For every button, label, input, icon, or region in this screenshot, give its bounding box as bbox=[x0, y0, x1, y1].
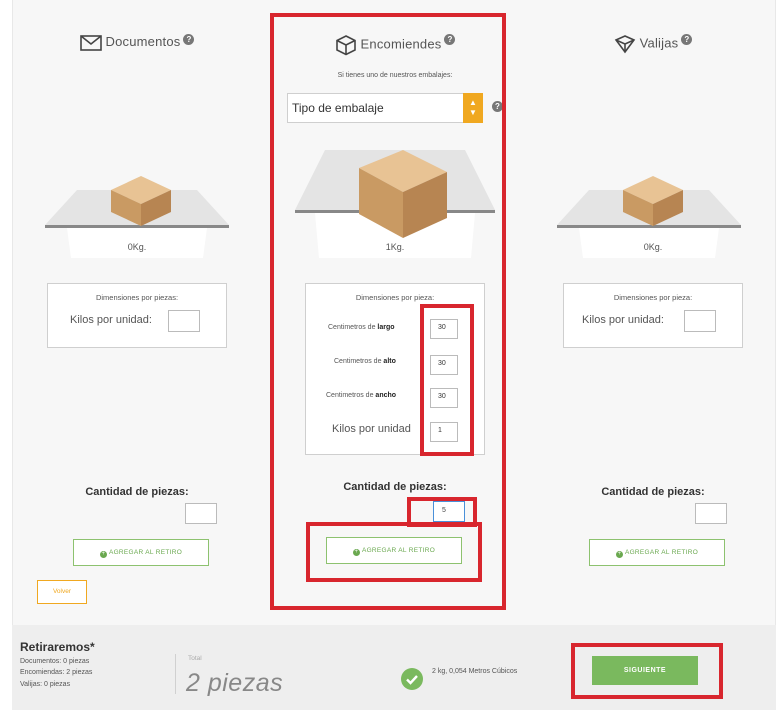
largo-label: Centimetros de largo bbox=[328, 324, 395, 331]
check-icon bbox=[401, 668, 423, 690]
valijas-title: Valijas? bbox=[533, 34, 773, 54]
encomiendas-scale: 1Kg. bbox=[275, 150, 515, 270]
documentos-qty-input[interactable] bbox=[185, 503, 217, 524]
alto-label: Centimetros de alto bbox=[334, 358, 396, 365]
largo-row: Centimetros de largo 30 bbox=[306, 312, 484, 346]
suitcase-icon bbox=[614, 35, 635, 54]
ancho-label: Centimetros de ancho bbox=[326, 392, 397, 399]
footer-total-value: 2 piezas bbox=[186, 669, 284, 697]
volver-button[interactable]: Volver bbox=[37, 580, 87, 604]
encomiendas-add-label: AGREGAR AL RETIRO bbox=[361, 547, 436, 554]
kilos-row: Kilos por unidad 1 bbox=[306, 414, 484, 448]
help-icon[interactable]: ? bbox=[681, 34, 693, 45]
footer-summary: 2 kg, 0,054 Metros Cúbicos bbox=[432, 668, 518, 675]
valijas-kilos-input[interactable] bbox=[684, 310, 716, 332]
documentos-add-label: AGREGAR AL RETIRO bbox=[108, 549, 183, 556]
plus-icon: + bbox=[99, 551, 107, 558]
encomiendas-kilos-label: Kilos por unidad bbox=[332, 423, 411, 435]
footer-divider bbox=[175, 654, 176, 694]
select-arrows-icon[interactable]: ▲ ▼ bbox=[463, 93, 483, 123]
siguiente-button[interactable]: SIGUIENTE bbox=[592, 656, 698, 685]
valijas-dimensions-box: Dimensiones por pieza: Kilos por unidad: bbox=[563, 283, 743, 348]
encomiendas-title-text: Encomiendes bbox=[360, 36, 442, 52]
valijas-add-label: AGREGAR AL RETIRO bbox=[624, 549, 699, 556]
package-icon bbox=[335, 35, 356, 56]
documentos-title: Documentos? bbox=[17, 34, 257, 51]
documentos-kilos-input[interactable] bbox=[168, 310, 200, 332]
documentos-title-text: Documentos bbox=[105, 34, 181, 49]
alto-input[interactable]: 30 bbox=[430, 355, 458, 375]
encomiendas-kilos-input[interactable]: 1 bbox=[430, 422, 458, 442]
encomiendas-add-button[interactable]: + AGREGAR AL RETIRO bbox=[326, 537, 462, 564]
alto-row: Centimetros de alto 30 bbox=[306, 346, 484, 380]
encomiendas-dim-title: Dimensiones por pieza: bbox=[355, 293, 435, 302]
footer-title: Retiraremos* bbox=[20, 640, 95, 654]
documentos-kilos-label: Kilos por unidad: bbox=[70, 314, 152, 326]
encomiendas-qty-label: Cantidad de piezas: bbox=[343, 481, 447, 493]
documentos-weight: 0Kg. bbox=[127, 242, 147, 252]
encomiendas-weight: 1Kg. bbox=[385, 242, 405, 252]
main-panel: Documentos? 0Kg. Dimensiones por piezas:… bbox=[12, 0, 776, 625]
help-icon[interactable]: ? bbox=[492, 101, 503, 112]
largo-input[interactable]: 30 bbox=[430, 319, 458, 339]
ancho-input[interactable]: 30 bbox=[430, 388, 458, 408]
valijas-weight: 0Kg. bbox=[643, 242, 663, 252]
column-valijas: Valijas? 0Kg. Dimensiones por pieza: Kil… bbox=[533, 0, 773, 620]
footer-encomiendas: Encomiendas: 2 piezas bbox=[20, 669, 93, 676]
valijas-qty-label: Cantidad de piezas: bbox=[601, 486, 705, 498]
package-type-select[interactable]: Tipo de embalaje bbox=[287, 93, 483, 123]
documentos-dim-title: Dimensiones por piezas: bbox=[95, 293, 179, 302]
help-icon[interactable]: ? bbox=[183, 34, 195, 45]
footer-documentos: Documentos: 0 piezas bbox=[20, 658, 90, 665]
footer-total-label: Total bbox=[188, 655, 202, 662]
envelope-icon bbox=[79, 34, 102, 51]
valijas-scale: 0Kg. bbox=[533, 150, 773, 270]
column-encomiendas: Encomiendes? Si tienes uno de nuestros e… bbox=[275, 0, 515, 620]
scale-icon bbox=[45, 176, 229, 258]
scale-icon bbox=[557, 176, 741, 258]
valijas-qty-input[interactable] bbox=[695, 503, 727, 524]
documentos-scale: 0Kg. bbox=[17, 150, 257, 270]
footer-valijas: Valijas: 0 piezas bbox=[20, 681, 71, 688]
summary-footer: Retiraremos* Documentos: 0 piezas Encomi… bbox=[12, 625, 776, 710]
ancho-row: Centimetros de ancho 30 bbox=[306, 380, 484, 414]
valijas-kilos-label: Kilos por unidad: bbox=[582, 314, 664, 326]
package-note: Si tienes uno de nuestros embalajes: bbox=[337, 72, 453, 79]
valijas-title-text: Valijas bbox=[639, 35, 679, 51]
help-icon[interactable]: ? bbox=[444, 34, 456, 45]
plus-icon: + bbox=[352, 549, 360, 556]
encomiendas-qty-input[interactable]: 5 bbox=[433, 501, 465, 522]
plus-icon: + bbox=[615, 551, 623, 558]
scale-icon bbox=[295, 150, 495, 258]
documentos-dimensions-box: Dimensiones por piezas: Kilos por unidad… bbox=[47, 283, 227, 348]
documentos-add-button[interactable]: + AGREGAR AL RETIRO bbox=[73, 539, 209, 566]
column-documentos: Documentos? 0Kg. Dimensiones por piezas:… bbox=[17, 0, 257, 620]
valijas-add-button[interactable]: + AGREGAR AL RETIRO bbox=[589, 539, 725, 566]
documentos-qty-label: Cantidad de piezas: bbox=[85, 486, 189, 498]
valijas-dim-title: Dimensiones por pieza: bbox=[613, 293, 693, 302]
encomiendas-title: Encomiendes? bbox=[275, 34, 515, 56]
encomiendas-dimensions-box: Dimensiones por pieza: Centimetros de la… bbox=[305, 283, 485, 455]
